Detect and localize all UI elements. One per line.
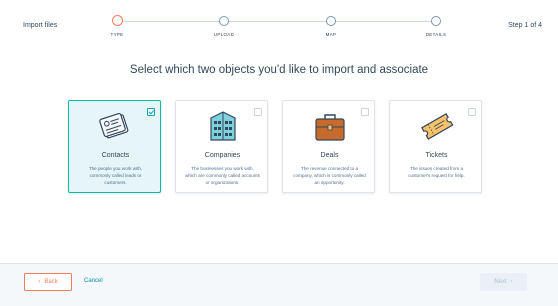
deals-title: Deals	[320, 152, 339, 159]
step-details-dot	[431, 16, 441, 26]
next-label: Next	[494, 279, 507, 285]
import-header: Import files TYPE UPLOAD MAP DETAILS Ste…	[0, 0, 558, 55]
ticket-icon	[390, 108, 483, 144]
step-upload-dot	[219, 16, 229, 26]
building-icon	[176, 108, 269, 144]
cancel-button[interactable]: Cancel	[84, 278, 103, 284]
step-counter: Step 1 of 4	[508, 22, 542, 29]
object-card-tickets[interactable]: Tickets The issues created from a custom…	[389, 100, 482, 193]
deals-description: The revenue connected to a company, whic…	[293, 166, 366, 185]
contacts-icon	[69, 108, 162, 144]
import-heading: Select which two objects you'd like to i…	[129, 64, 429, 76]
contacts-title: Contacts	[101, 152, 130, 159]
object-card-companies[interactable]: Companies The businesses you work with, …	[175, 100, 268, 193]
step-map-dot	[326, 16, 336, 26]
object-card-deals[interactable]: Deals The revenue connected to a company…	[282, 100, 375, 193]
step-details-label: DETAILS	[425, 32, 447, 37]
briefcase-icon	[283, 108, 376, 144]
chevron-left-icon: ‹	[38, 279, 41, 285]
progress-line	[121, 21, 436, 22]
companies-description: The businesses you work with, which are …	[185, 166, 260, 185]
companies-title: Companies	[204, 152, 241, 159]
step-upload-label: UPLOAD	[213, 32, 235, 37]
object-card-contacts[interactable]: Contacts The people you work with, commo…	[68, 100, 161, 193]
back-button[interactable]: ‹ Back	[24, 273, 72, 291]
chevron-right-icon: ›	[510, 279, 513, 285]
tickets-description: The issues created from a customer's req…	[408, 166, 465, 178]
page-title: Import files	[23, 22, 58, 29]
step-type-dot	[112, 15, 123, 26]
step-type-label: TYPE	[110, 32, 124, 37]
next-button[interactable]: Next ›	[480, 273, 527, 291]
back-label: Back	[44, 279, 58, 285]
contacts-description: The people you work with, commonly calle…	[88, 166, 143, 185]
wizard-footer: ‹ Back Cancel Next ›	[0, 263, 558, 306]
tickets-title: Tickets	[425, 152, 448, 159]
step-map-label: MAP	[325, 32, 337, 37]
